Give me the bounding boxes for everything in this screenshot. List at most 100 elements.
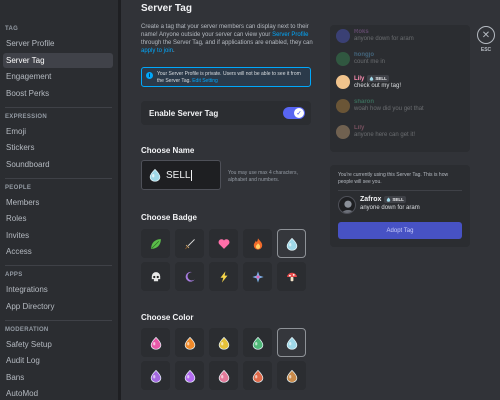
adopt-tag-button[interactable]: Adopt Tag: [338, 222, 462, 239]
water-drop-icon: [387, 197, 391, 202]
sidebar-item-server-tag[interactable]: Server Tag: [3, 52, 113, 68]
apply-to-join-link[interactable]: apply to join: [141, 48, 173, 54]
chat-author: Lily: [354, 125, 365, 131]
sidebar-item-automod[interactable]: AutoMod: [3, 386, 113, 400]
color-option[interactable]: [209, 328, 238, 357]
water-drop-icon: [285, 336, 299, 350]
chat-message: Lily SELL check out my tag!: [336, 75, 401, 89]
sidebar-scrollbar[interactable]: [118, 0, 121, 400]
sidebar-item-audit-log[interactable]: Audit Log: [3, 353, 113, 368]
sidebar-item-members[interactable]: Members: [3, 195, 113, 210]
badge-option[interactable]: [243, 262, 272, 291]
sidebar-item-app-directory[interactable]: App Directory: [3, 299, 113, 314]
settings-sidebar: TAG Server Profile Server Tag Engagement Boo…: [0, 0, 121, 400]
sidebar-item-boost-perks[interactable]: Boost Perks: [3, 86, 113, 101]
choose-name-heading: Choose Name: [141, 146, 195, 155]
badge-option[interactable]: [277, 262, 306, 291]
water-drop-icon: [217, 336, 231, 350]
chat-message-body: Lily SELL check out my tag!: [354, 75, 401, 89]
sidebar-item-bans[interactable]: Bans: [3, 370, 113, 385]
sidebar-item-safety-setup[interactable]: Safety Setup: [3, 337, 113, 352]
sidebar-item-integrations[interactable]: Integrations: [3, 282, 113, 297]
info-message: Your Server Profile is private. Users wi…: [157, 71, 301, 84]
chat-preview: Roks anyone down for aram hongjo count me i…: [330, 25, 470, 152]
sidebar-item-engagement[interactable]: Engagement: [3, 69, 113, 84]
text-caret: [191, 169, 193, 181]
tag-name-input[interactable]: SELL: [141, 160, 221, 190]
water-drop-icon: [251, 369, 265, 383]
mushroom-icon: [285, 270, 299, 284]
badge-option[interactable]: [209, 229, 238, 258]
sidebar-section-heading: APPS: [5, 272, 23, 278]
esc-label: ESC: [480, 47, 492, 53]
color-option[interactable]: [243, 361, 272, 390]
sidebar-item-server-profile[interactable]: Server Profile: [3, 36, 113, 51]
water-drop-icon: [285, 237, 299, 251]
sparkle-icon: [251, 270, 265, 284]
color-option[interactable]: [175, 361, 204, 390]
color-option[interactable]: [209, 361, 238, 390]
sidebar-item-access[interactable]: Access: [3, 244, 113, 259]
water-drop-icon: [183, 369, 197, 383]
sidebar-item-roles[interactable]: Roles: [3, 211, 113, 226]
sword-icon: [183, 237, 197, 251]
color-option[interactable]: [175, 328, 204, 357]
enable-server-tag-toggle[interactable]: ✓: [283, 107, 305, 119]
selected-badge-icon: [148, 168, 162, 182]
chat-author: Lily: [354, 75, 365, 82]
badge-option[interactable]: [175, 262, 204, 291]
water-drop-icon: [217, 369, 231, 383]
intro-text-part: through the Server Tag, and if applicati…: [141, 40, 313, 46]
heart-icon: [217, 237, 231, 251]
chat-message: Roks anyone down for aram: [336, 29, 414, 43]
avatar: [336, 75, 350, 89]
server-tag-text: SELL: [392, 197, 404, 202]
chat-message-text: anyone down for aram: [354, 36, 414, 42]
avatar: [336, 125, 350, 139]
chat-author-line: hongjo: [354, 52, 385, 58]
sidebar-item-invites[interactable]: Invites: [3, 228, 113, 243]
color-grid: [141, 328, 311, 390]
tag-usage-preview: You're currently using this Server Tag. …: [330, 165, 470, 247]
chat-message-text: anyone here can get it!: [354, 132, 416, 138]
badge-option[interactable]: [141, 229, 170, 258]
edit-setting-link[interactable]: Edit Setting: [192, 78, 218, 84]
skull-icon: [149, 270, 163, 284]
color-option[interactable]: [243, 328, 272, 357]
intro-text-part: .: [173, 48, 175, 54]
flame-icon: [251, 237, 265, 251]
info-icon: i: [146, 72, 153, 79]
sidebar-divider: [5, 177, 112, 179]
user-message: anyone down for aram: [360, 205, 420, 211]
sidebar-item-emoji[interactable]: Emoji: [3, 124, 113, 139]
tag-usage-text: You're currently using this Server Tag. …: [338, 172, 449, 185]
tag-name-value: SELL: [166, 169, 191, 181]
intro-text: Create a tag that your server members ca…: [141, 23, 313, 55]
water-drop-icon: [183, 336, 197, 350]
water-drop-icon: [149, 369, 163, 383]
badge-option[interactable]: [277, 229, 306, 258]
name-hint: You may use max 4 characters, alphabet a…: [228, 170, 298, 183]
sidebar-item-stickers[interactable]: Stickers: [3, 140, 113, 155]
server-profile-link[interactable]: Server Profile: [272, 32, 308, 38]
chat-message: Lily anyone here can get it!: [336, 125, 415, 139]
badge-option[interactable]: [209, 262, 238, 291]
info-text: Your Server Profile is private. Users wi…: [157, 71, 306, 85]
water-drop-icon: [285, 369, 299, 383]
badge-option[interactable]: [141, 262, 170, 291]
close-icon[interactable]: ✕: [477, 26, 495, 44]
sidebar-item-soundboard[interactable]: Soundboard: [3, 157, 113, 172]
color-option[interactable]: [277, 328, 306, 357]
badge-option[interactable]: [175, 229, 204, 258]
water-drop-icon: [149, 336, 163, 350]
chat-author-line: sharon: [354, 99, 424, 105]
color-option[interactable]: [141, 361, 170, 390]
color-option[interactable]: [141, 328, 170, 357]
main-content: Server Tag Create a tag that your server…: [128, 0, 318, 400]
chat-message-body: hongjo count me in: [354, 52, 385, 65]
sidebar-divider: [5, 106, 112, 108]
close-settings[interactable]: ✕ ESC: [476, 26, 496, 53]
badge-option[interactable]: [243, 229, 272, 258]
color-option[interactable]: [277, 361, 306, 390]
chat-message: sharon woah how did you get that: [336, 99, 424, 113]
